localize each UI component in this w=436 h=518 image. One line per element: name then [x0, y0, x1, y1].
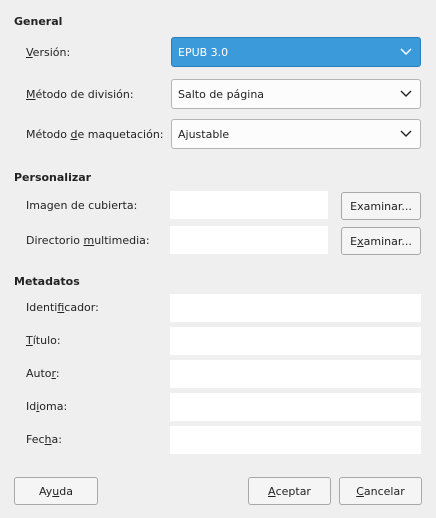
- section-general-title: General: [14, 15, 63, 28]
- maquetacion-select[interactable]: Ajustable: [171, 119, 421, 149]
- multimedia-browse-button[interactable]: Ex aminar...: [341, 227, 421, 255]
- division-value: Salto de página: [178, 87, 265, 101]
- multimedia-input[interactable]: [170, 226, 328, 254]
- chevron-down-icon: [400, 90, 412, 97]
- idioma-input[interactable]: [170, 393, 421, 421]
- cubierta-label: Imagen de cubierta:: [26, 199, 138, 212]
- chevron-down-icon: [400, 48, 412, 55]
- section-metadatos-title: Metadatos: [14, 275, 80, 288]
- identificador-label: Identificador:: [26, 301, 99, 314]
- cubierta-input[interactable]: [170, 191, 328, 219]
- version-select[interactable]: EPUB 3.0: [171, 37, 421, 67]
- division-label: Método de división:: [26, 88, 134, 101]
- help-button[interactable]: Ay u da: [14, 477, 98, 505]
- fecha-label: Fecha:: [26, 433, 62, 446]
- autor-input[interactable]: [170, 360, 421, 388]
- fecha-input[interactable]: [170, 426, 421, 454]
- idioma-label: Idioma:: [26, 400, 68, 413]
- maquetacion-value: Ajustable: [178, 127, 230, 141]
- section-personalizar-title: Personalizar: [14, 171, 92, 184]
- cubierta-browse-button[interactable]: Examinar...: [341, 192, 421, 220]
- chevron-down-icon: [400, 130, 412, 137]
- version-value: EPUB 3.0: [178, 45, 229, 59]
- division-select[interactable]: Salto de página: [171, 79, 421, 109]
- autor-label: Autor:: [26, 367, 60, 380]
- multimedia-label: Directorio multimedia:: [26, 234, 150, 247]
- identificador-input[interactable]: [170, 294, 421, 322]
- version-label: Versión:: [26, 46, 71, 59]
- titulo-input[interactable]: [170, 327, 421, 355]
- maquetacion-label: Método de maquetación:: [26, 128, 164, 141]
- titulo-label: Título:: [26, 334, 61, 347]
- ok-button[interactable]: Aceptar: [248, 477, 331, 505]
- cancel-button[interactable]: Cancelar: [339, 477, 422, 505]
